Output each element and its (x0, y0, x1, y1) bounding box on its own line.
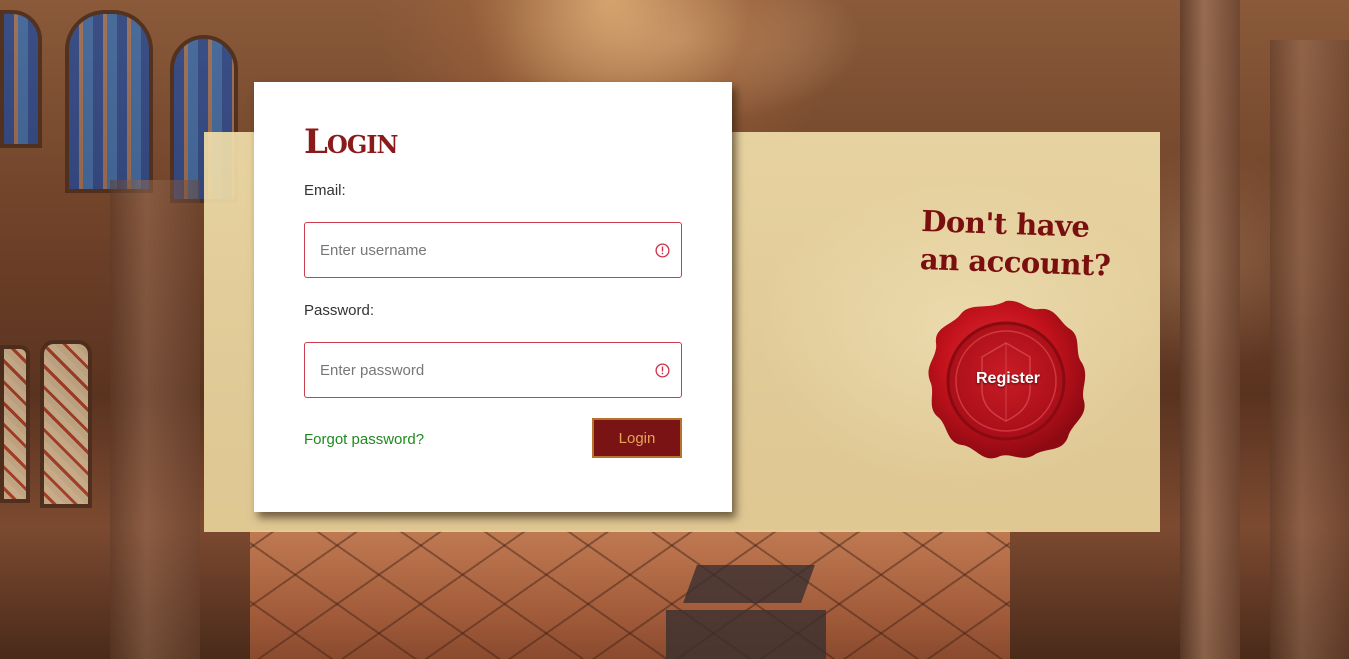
background-pillar (110, 180, 200, 659)
background-leaded-window (40, 340, 92, 508)
background-floor (250, 530, 1010, 659)
register-prompt: Don't have an account? (919, 203, 1111, 283)
exclamation-circle-icon (655, 243, 670, 258)
password-input[interactable] (305, 343, 645, 397)
email-field[interactable] (304, 222, 682, 278)
password-label: Password: (304, 302, 375, 319)
login-page: Login Email: Password: Forgot password? … (0, 0, 1349, 659)
email-input[interactable] (305, 223, 645, 277)
background-pillar (1270, 40, 1349, 659)
exclamation-circle-icon (655, 363, 670, 378)
background-pillar (1180, 0, 1240, 659)
background-floor-tile (683, 565, 815, 603)
forgot-password-link[interactable]: Forgot password? (304, 431, 424, 448)
register-button[interactable]: Register (922, 297, 1090, 462)
email-label: Email: (304, 182, 346, 199)
login-button[interactable]: Login (592, 418, 682, 458)
register-button-label: Register (975, 370, 1041, 387)
login-card: Login Email: Password: Forgot password? … (254, 82, 732, 512)
login-title: Login (304, 122, 398, 162)
background-leaded-window (0, 345, 30, 503)
password-field[interactable] (304, 342, 682, 398)
background-stained-glass-window (65, 10, 153, 193)
background-stained-glass-window (0, 10, 42, 148)
background-floor-tile (666, 610, 826, 659)
